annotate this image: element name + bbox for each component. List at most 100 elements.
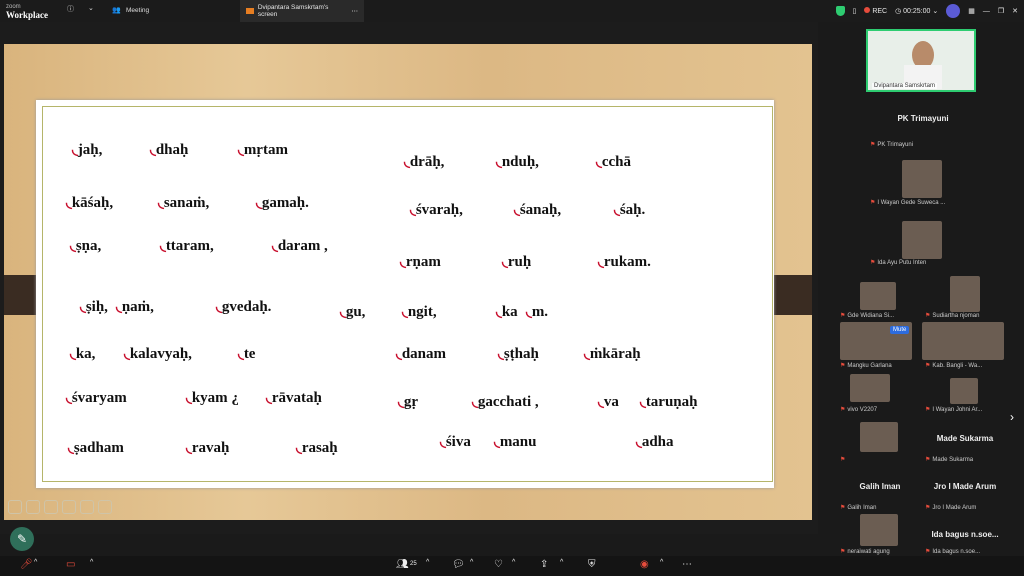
- col2-word: ◟ṣṭhaḥ: [498, 346, 539, 362]
- more-icon[interactable]: ⋯: [352, 7, 359, 15]
- col1-word: ◟ṣadham: [68, 440, 124, 456]
- col1-word: ◟ṣṇa,: [70, 238, 102, 254]
- col1-word: ◟ravaḥ: [186, 440, 230, 456]
- col1-word: ◟dhaḥ: [150, 142, 189, 158]
- shield-icon[interactable]: [835, 6, 845, 16]
- participant-video[interactable]: [860, 514, 898, 546]
- rec-indicator[interactable]: REC: [864, 7, 887, 15]
- participant-label: ⚑ Kab. Bangli - Wa...: [925, 362, 983, 370]
- participant-label: ⚑ I Wayan Gede Suweca ...: [870, 199, 946, 207]
- participants-count: 25: [410, 561, 417, 567]
- video-off-icon[interactable]: ▭: [66, 559, 75, 570]
- participant-video[interactable]: [850, 374, 890, 402]
- participants-chevron-icon[interactable]: ^: [426, 559, 429, 566]
- video-chevron-icon[interactable]: ^: [90, 559, 93, 566]
- col2-word: ◟gacchati ,: [472, 394, 539, 410]
- security-icon[interactable]: ⛨: [588, 559, 596, 570]
- col2-word: ◟śiva: [440, 434, 471, 450]
- restore-icon[interactable]: ❐: [998, 7, 1004, 15]
- participant-video[interactable]: [922, 322, 1004, 360]
- avatar[interactable]: [946, 4, 961, 18]
- participant-label: ⚑ Jro I Made Arum: [925, 504, 977, 512]
- meeting-toolbar: 🎤︎ ^ ▭ ^ 👥︎ 25 ^ 💬︎ ^ ♡ ^ ⇪ ^ ⛨ ◉ ^ ⋯: [0, 556, 1024, 576]
- tool-forward-icon[interactable]: [26, 500, 40, 514]
- chat-icon[interactable]: 💬︎: [452, 559, 465, 570]
- document-icon[interactable]: ▯: [853, 7, 857, 15]
- col2-word: ◟taruṇaḥ: [640, 394, 698, 410]
- share-icon[interactable]: ⇪: [540, 559, 548, 570]
- meeting-icon: 👥: [112, 7, 121, 14]
- participant-label: ⚑ Sudiartha njoman: [925, 312, 980, 320]
- tab-meeting[interactable]: Meeting: [126, 7, 149, 14]
- participant-video[interactable]: [902, 221, 942, 259]
- mic-muted-icon: ⚑: [925, 505, 931, 511]
- tool-pen-icon[interactable]: [44, 500, 58, 514]
- participant-label: ⚑ PK Trimayuni: [870, 141, 914, 149]
- tool-grid-icon[interactable]: [62, 500, 76, 514]
- mic-muted-icon: ⚑: [925, 407, 931, 413]
- react-chevron-icon[interactable]: ^: [512, 559, 515, 566]
- host-name: Dvipantara Samskrtam: [872, 83, 938, 89]
- more-options-icon[interactable]: ⋯: [682, 559, 692, 570]
- mic-muted-icon: ⚑: [925, 457, 931, 463]
- col1-word: ◟kāśaḥ,: [66, 195, 114, 211]
- col1-word: ◟ka,: [70, 346, 96, 362]
- record-chevron-icon[interactable]: ^: [660, 559, 663, 566]
- minimize-icon[interactable]: —: [983, 8, 990, 15]
- record-icon[interactable]: ◉: [640, 559, 649, 570]
- col1-word: ◟daram ,: [272, 238, 328, 254]
- annotation-tools: [8, 500, 112, 514]
- col2-word: ◟cchā: [596, 154, 631, 170]
- mute-badge[interactable]: Mute: [890, 326, 910, 334]
- mic-muted-icon: ⚑: [925, 363, 931, 369]
- participant-label: ⚑ Gde Widiana Si...: [840, 312, 895, 320]
- participants-icon[interactable]: 👥︎: [396, 559, 409, 570]
- participant-name-title: Galih Iman: [859, 482, 901, 491]
- annotate-pen-button[interactable]: ✎: [10, 527, 34, 551]
- chat-chevron-icon[interactable]: ^: [470, 559, 473, 566]
- participant-video[interactable]: [950, 378, 978, 404]
- col2-word: ◟m.: [526, 304, 549, 320]
- col2-word: ◟ruḥ: [502, 254, 532, 270]
- col2-word: ◟śaḥ.: [614, 202, 646, 218]
- participant-video[interactable]: [950, 276, 980, 312]
- info-icon[interactable]: ⓘ: [67, 4, 74, 14]
- participant-label: ⚑ Ida Ayu Putu Inten: [870, 259, 927, 267]
- col2-word: ◟ka: [496, 304, 518, 320]
- share-chevron-icon[interactable]: ^: [560, 559, 563, 566]
- participant-label: ⚑: [840, 456, 847, 463]
- react-icon[interactable]: ♡: [494, 559, 503, 570]
- close-icon[interactable]: ✕: [1012, 7, 1018, 15]
- col1-word: ◟ṇaṁ,: [116, 299, 154, 315]
- brand-big: Workplace: [6, 10, 48, 20]
- col2-word: ◟ngit,: [402, 304, 437, 320]
- tab-screen-share[interactable]: Dvipantara Samskrtam's screen ⋯: [240, 0, 364, 22]
- tool-more-icon[interactable]: [98, 500, 112, 514]
- mic-chevron-icon[interactable]: ^: [34, 559, 37, 566]
- participant-label: ⚑ Ida bagus n.soe...: [925, 548, 981, 556]
- participant-name-title: Jro I Made Arum: [933, 482, 997, 491]
- screen-icon: [246, 8, 254, 14]
- tool-zoom-icon[interactable]: [80, 500, 94, 514]
- col1-word: ◟ṣiḥ,: [80, 299, 108, 315]
- next-page-icon[interactable]: ›: [1010, 410, 1014, 424]
- host-video[interactable]: Dvipantara Samskrtam: [866, 29, 976, 92]
- timer[interactable]: ◷ 00:25:00 ⌄: [895, 7, 938, 15]
- screen-share-label: Dvipantara Samskrtam's screen: [257, 4, 329, 18]
- col1-word: ◟te: [238, 346, 256, 362]
- col2-word: ◟rukam.: [598, 254, 651, 270]
- participant-video[interactable]: [902, 160, 942, 198]
- participant-video[interactable]: [860, 422, 898, 452]
- mic-muted-icon[interactable]: 🎤︎: [20, 559, 33, 570]
- col1-word: ◟śvaryam: [66, 390, 127, 406]
- mic-muted-icon: ⚑: [840, 505, 846, 511]
- col2-word: ◟va: [598, 394, 619, 410]
- chevron-down-icon[interactable]: ⌄: [88, 4, 94, 12]
- participant-video[interactable]: [860, 282, 896, 310]
- col2-word: ◟gu,: [340, 304, 366, 320]
- participants-panel: [828, 22, 1024, 556]
- tool-back-icon[interactable]: [8, 500, 22, 514]
- col1-word: ◟sanaṁ,: [158, 195, 210, 211]
- layout-icon[interactable]: ▦: [968, 7, 975, 15]
- col1-word: ◟gamaḥ.: [256, 195, 309, 211]
